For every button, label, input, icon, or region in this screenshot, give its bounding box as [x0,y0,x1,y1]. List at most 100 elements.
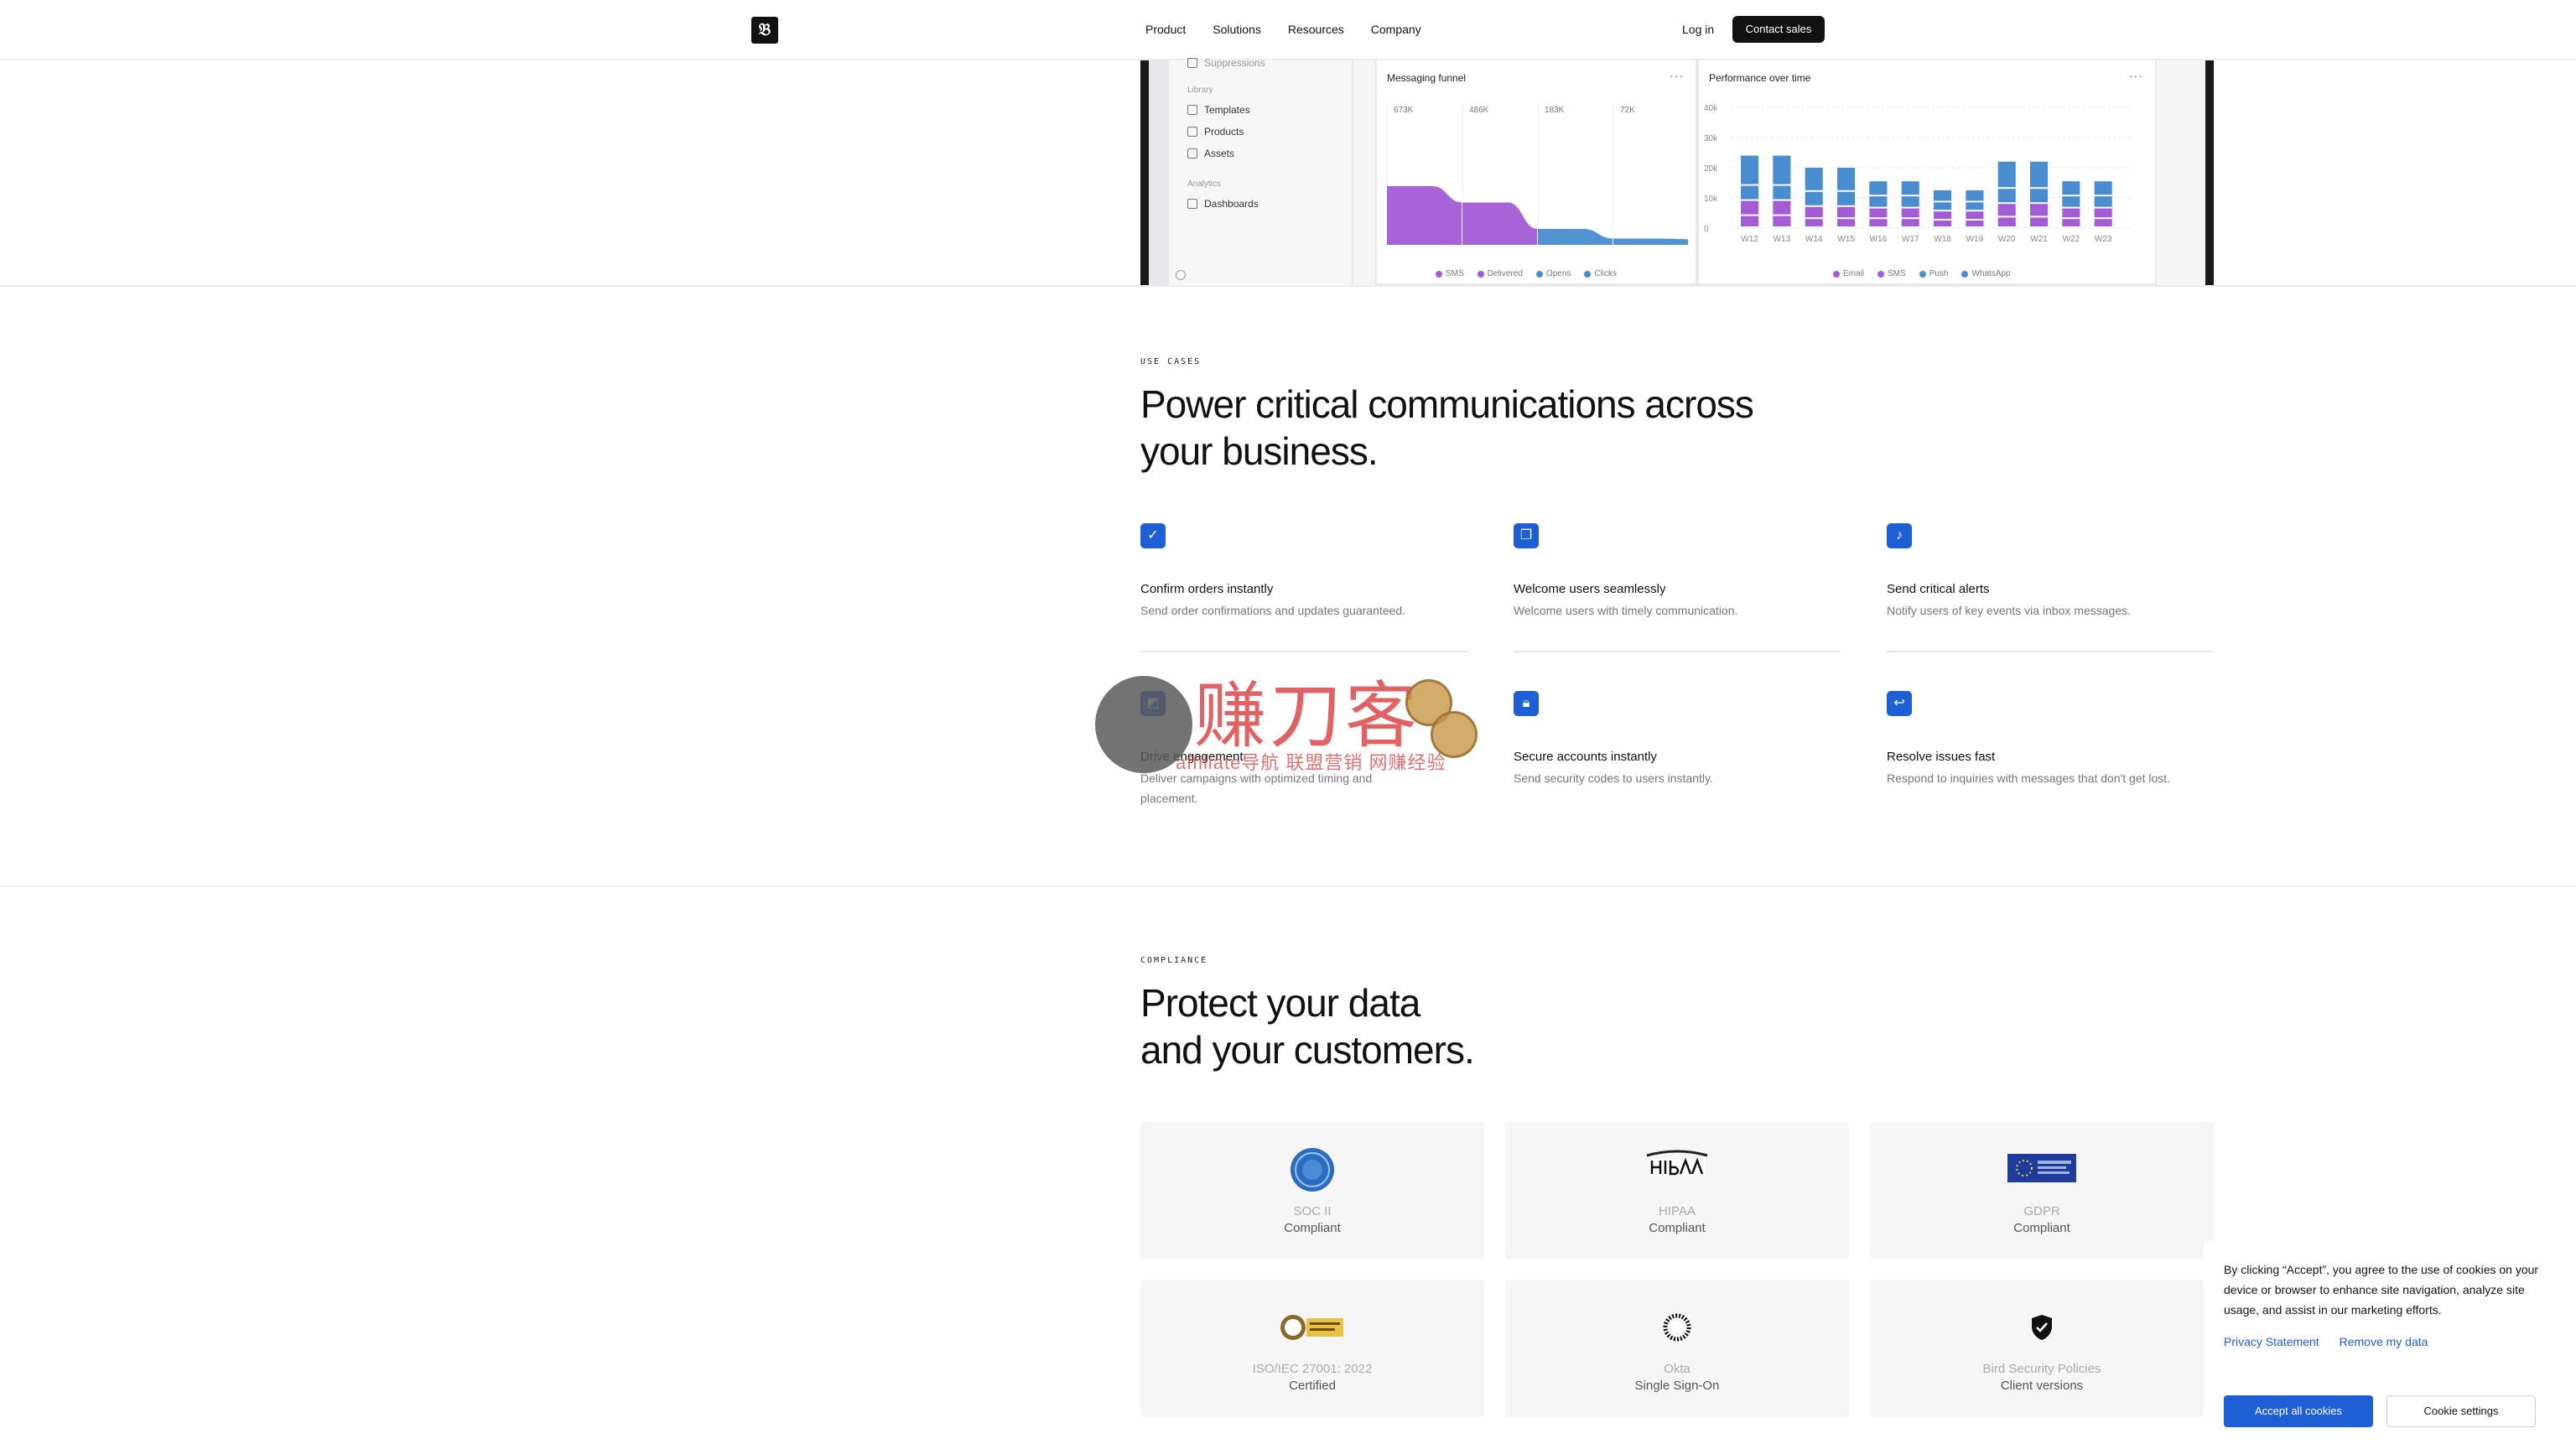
dashboard-sidebar: Suppressions Library Templates Products … [1169,57,1353,285]
bar-segment [1805,206,1823,218]
more-options-icon[interactable]: ··· [2129,69,2143,82]
chat-icon: ❐ [1514,523,1539,548]
sidebar-item-assets[interactable]: Assets [1187,148,1234,159]
help-icon[interactable] [1176,270,1186,280]
bar-segment [2030,204,2049,216]
check-icon: ✓ [1140,523,1166,548]
bell-icon: ♪ [1887,523,1912,548]
privacy-statement-link[interactable]: Privacy Statement [2224,1335,2319,1348]
y-tick-label: 10k [1704,195,1718,204]
funnel-value-label: 183K [1545,106,1565,115]
use-cases-eyebrow: USE CASES [1140,357,1202,366]
cookie-text: By clicking “Accept”, you agree to the u… [2224,1263,2539,1317]
bar-segment [1773,185,1791,200]
use-case-card[interactable]: ❐ Welcome users seamlessly Welcome users… [1514,523,1841,621]
x-tick-label: W12 [1741,235,1758,244]
funnel-value-label: 486K [1469,106,1489,115]
cookie-links: Privacy Statement Remove my data [2224,1335,2556,1348]
bar-segment [2030,161,2049,188]
compliance-heading: Protect your data and your customers. [1140,981,1475,1072]
x-tick-label: W15 [1837,235,1855,244]
top-navigation: 𝔅 Product Solutions Resources Company Lo… [0,0,2576,60]
use-case-card[interactable]: ◩ Drive engagement Deliver campaigns wit… [1140,691,1467,808]
use-case-title: Welcome users seamlessly [1514,582,1666,596]
bar-segment [1997,217,2016,226]
bar-segment [1901,196,1919,207]
bar-segment [1966,221,1984,226]
bar-segment [1966,202,1984,210]
x-tick-label: W17 [1902,235,1919,244]
hipaa-logo-icon [1646,1150,1708,1176]
contact-sales-button[interactable]: Contact sales [1732,16,1825,43]
use-case-desc: Welcome users with timely communication. [1514,604,1738,617]
bar-segment [1869,208,1888,218]
performance-panel: Performance over time ··· 40k 30k 20k 10k 0 W… [1697,60,2157,285]
compliance-cards: SOC II Compliant HIPAA Compliant GDPR Co… [1140,1122,2214,1417]
dashboard-preview: Suppressions Library Templates Products … [1140,57,2214,285]
use-case-card[interactable]: 🔒︎ Secure accounts instantly Send securi… [1514,691,1841,788]
bar-segment [1997,189,2016,203]
bar-segment [2094,181,2112,195]
okta-logo-icon [1663,1313,1691,1342]
bar-segment [1805,219,1823,226]
bar-segment [1837,219,1856,226]
nav-product[interactable]: Product [1145,20,1186,39]
legend-whatsapp: WhatsApp [1961,269,2011,278]
use-case-card[interactable]: ✓ Confirm orders instantly Send order co… [1140,523,1467,621]
bar-segment [1869,196,1888,207]
use-case-desc: Notify users of key events via inbox mes… [1887,604,2132,617]
sidebar-item-products[interactable]: Products [1187,126,1244,138]
legend-sms: SMS [1436,269,1464,278]
nav-solutions[interactable]: Solutions [1213,20,1261,39]
use-case-separator [1514,651,1841,652]
sidebar-item-templates[interactable]: Templates [1187,104,1250,116]
use-case-title: Confirm orders instantly [1140,582,1274,596]
card-title: GDPR [2023,1204,2060,1218]
cookie-banner: By clicking “Accept”, you agree to the u… [2204,1241,2576,1449]
card-title: HIPAA [1659,1204,1696,1218]
templates-icon [1187,105,1197,115]
performance-title: Performance over time [1709,72,1811,84]
section-divider [0,285,2576,287]
bar-segment [1741,216,1759,226]
sidebar-item-suppressions[interactable]: Suppressions [1187,57,1265,69]
more-options-icon[interactable]: ··· [1670,69,1684,82]
x-tick-label: W23 [2095,235,2112,244]
legend-push: Push [1919,269,1948,278]
products-icon [1187,127,1197,137]
nav-resources[interactable]: Resources [1288,20,1344,39]
bar-segment [1773,216,1791,226]
bird-logo-icon[interactable]: 𝔅 [751,17,778,44]
use-case-card[interactable]: ♪ Send critical alerts Notify users of k… [1887,523,2214,621]
compliance-eyebrow: COMPLIANCE [1140,956,1208,965]
login-link[interactable]: Log in [1682,20,1714,39]
card-sub: Single Sign-On [1634,1379,1720,1393]
y-tick-label: 40k [1704,104,1718,113]
card-title: Bird Security Policies [1982,1362,2101,1376]
remove-my-data-link[interactable]: Remove my data [2340,1335,2428,1348]
bar-segment [1934,211,1952,219]
legend-delivered: Delivered [1477,269,1523,278]
dashboard-window: Suppressions Library Templates Products … [1149,57,2205,285]
performance-chart: 40k 30k 20k 10k 0 W12 W13 W14 W15 W16 W17 W18 W19 W20… [1704,104,2133,244]
funnel-title: Messaging funnel [1387,72,1467,84]
nav-company[interactable]: Company [1371,20,1421,39]
funnel-segment [1462,202,1538,245]
suppressions-icon [1187,58,1197,68]
card-title: SOC II [1293,1204,1332,1218]
use-case-card[interactable]: ↩ Resolve issues fast Respond to inquiri… [1887,691,2214,788]
x-tick-label: W18 [1934,235,1951,244]
card-sub: Compliant [1649,1221,1706,1235]
cookie-settings-button[interactable]: Cookie settings [2386,1395,2536,1427]
use-cases-heading: Power critical communications across you… [1140,382,1754,473]
bar-segment [1934,190,1952,201]
bar-segment [2094,196,2112,207]
performance-legend: Email SMS Push WhatsApp [1833,269,2011,278]
funnel-value-label: 72K [1620,106,1635,115]
reply-icon: ↩ [1887,691,1912,716]
sidebar-item-dashboards[interactable]: Dashboards [1187,198,1259,210]
accept-cookies-button[interactable]: Accept all cookies [2224,1395,2373,1427]
bar-segment [1966,190,1984,201]
bar-segment [1741,185,1759,200]
legend-email: Email [1833,269,1864,278]
